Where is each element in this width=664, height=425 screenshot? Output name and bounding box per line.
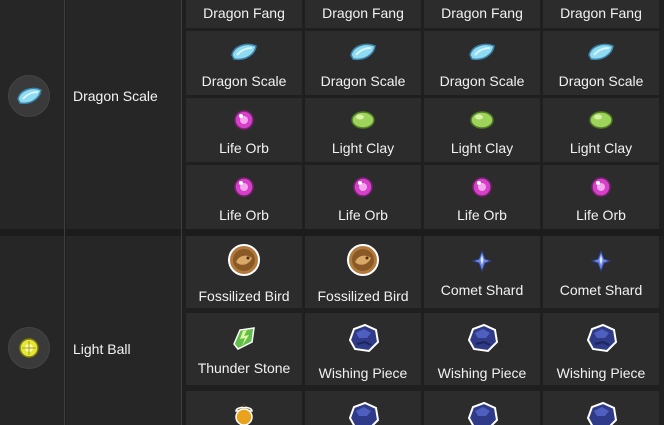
result-label: Wishing Piece xyxy=(437,365,527,381)
result-label: Dragon Scale xyxy=(558,73,644,89)
result-cell[interactable]: Light Clay xyxy=(305,98,421,162)
result-label: Dragon Scale xyxy=(320,73,406,89)
light-clay-icon xyxy=(470,111,494,129)
group-dragon-scale: Dragon Scale Dragon Fang Dragon Fang Dra… xyxy=(0,0,664,229)
wishing-piece-icon xyxy=(348,323,380,353)
result-cell[interactable]: Dragon Fang xyxy=(305,0,421,28)
result-label: Fossilized Bird xyxy=(317,288,409,304)
fossilized-bird-icon xyxy=(347,244,379,276)
result-cell[interactable]: Life Orb xyxy=(424,165,540,229)
result-label: Dragon Fang xyxy=(560,5,642,21)
item-icon-column xyxy=(0,0,64,229)
item-name-column: Light Ball xyxy=(66,236,181,425)
result-label: Life Orb xyxy=(338,207,388,223)
dragon-scale-icon xyxy=(588,43,614,61)
comet-shard-icon xyxy=(591,250,611,272)
light-clay-icon xyxy=(589,111,613,129)
result-label: Life Orb xyxy=(219,207,269,223)
result-cell[interactable]: Dragon Fang xyxy=(424,0,540,28)
result-label: Life Orb xyxy=(576,207,626,223)
result-label: Wishing Piece xyxy=(556,365,646,381)
light-ball-avatar[interactable] xyxy=(8,327,50,369)
result-label: Life Orb xyxy=(457,207,507,223)
light-clay-icon xyxy=(351,111,375,129)
result-cell[interactable]: Dragon Fang xyxy=(543,0,659,28)
result-cell[interactable]: Life Orb xyxy=(186,165,302,229)
result-cell[interactable]: Life Orb xyxy=(186,98,302,162)
wishing-piece-icon xyxy=(348,401,380,425)
item-name[interactable]: Dragon Scale xyxy=(73,88,158,104)
result-cell[interactable]: Life Orb xyxy=(543,165,659,229)
column-divider xyxy=(64,0,65,425)
fossilized-bird-icon xyxy=(228,244,260,276)
group-divider xyxy=(0,229,664,236)
group-light-ball: Light Ball Fossilized Bird Fossilized Bi… xyxy=(0,236,664,425)
result-label: Dragon Fang xyxy=(203,5,285,21)
wishing-piece-icon xyxy=(467,401,499,425)
result-cell[interactable] xyxy=(543,391,659,425)
life-orb-icon xyxy=(234,110,254,130)
result-label: Dragon Scale xyxy=(439,73,525,89)
result-label: Dragon Fang xyxy=(322,5,404,21)
result-cell[interactable]: Dragon Scale xyxy=(543,31,659,95)
result-cell[interactable]: Wishing Piece xyxy=(305,313,421,385)
result-cell[interactable]: Comet Shard xyxy=(543,236,659,308)
dragon-scale-avatar[interactable] xyxy=(8,75,50,117)
life-orb-icon xyxy=(591,177,611,197)
life-orb-icon xyxy=(353,177,373,197)
result-label: Comet Shard xyxy=(440,282,524,298)
result-cell[interactable]: Dragon Fang xyxy=(186,0,302,28)
result-label: Comet Shard xyxy=(559,282,643,298)
result-label: Fossilized Bird xyxy=(198,288,290,304)
comet-shard-icon xyxy=(472,250,492,272)
thunder-stone-icon xyxy=(233,327,255,350)
result-cell[interactable]: Comet Shard xyxy=(424,236,540,308)
item-name[interactable]: Light Ball xyxy=(73,341,131,357)
result-cell[interactable]: Thunder Stone xyxy=(186,313,302,385)
result-cell[interactable]: Life Orb xyxy=(305,165,421,229)
result-cell[interactable]: Dragon Scale xyxy=(305,31,421,95)
life-orb-icon xyxy=(234,177,254,197)
result-cell[interactable] xyxy=(424,391,540,425)
item-name-column: Dragon Scale xyxy=(66,0,181,229)
result-cell[interactable]: Wishing Piece xyxy=(543,313,659,385)
result-label: Light Clay xyxy=(450,140,514,156)
wishing-piece-icon xyxy=(586,401,618,425)
result-cell[interactable]: Light Clay xyxy=(543,98,659,162)
result-cell[interactable]: Dragon Scale xyxy=(186,31,302,95)
dragon-scale-icon xyxy=(350,43,376,61)
acorn-icon xyxy=(235,404,253,425)
item-table: Dragon Scale Dragon Fang Dragon Fang Dra… xyxy=(0,0,664,425)
result-label: Wishing Piece xyxy=(318,365,408,381)
wishing-piece-icon xyxy=(467,323,499,353)
result-label: Thunder Stone xyxy=(197,360,291,376)
wishing-piece-icon xyxy=(586,323,618,353)
result-label: Dragon Scale xyxy=(201,73,287,89)
column-divider xyxy=(181,0,182,425)
result-cell[interactable]: Wishing Piece xyxy=(424,313,540,385)
result-label: Light Clay xyxy=(331,140,395,156)
result-label: Life Orb xyxy=(219,140,269,156)
life-orb-icon xyxy=(472,177,492,197)
result-cell[interactable] xyxy=(186,391,302,425)
dragon-scale-icon xyxy=(469,43,495,61)
result-cell[interactable]: Fossilized Bird xyxy=(186,236,302,308)
item-icon-column xyxy=(0,236,64,425)
result-cell[interactable] xyxy=(305,391,421,425)
result-cell[interactable]: Dragon Scale xyxy=(424,31,540,95)
result-label: Dragon Fang xyxy=(441,5,523,21)
result-label: Light Clay xyxy=(569,140,633,156)
result-cell[interactable]: Fossilized Bird xyxy=(305,236,421,308)
dragon-scale-icon xyxy=(17,87,42,105)
dragon-scale-icon xyxy=(231,43,257,61)
light-ball-icon xyxy=(19,338,39,358)
result-cell[interactable]: Light Clay xyxy=(424,98,540,162)
